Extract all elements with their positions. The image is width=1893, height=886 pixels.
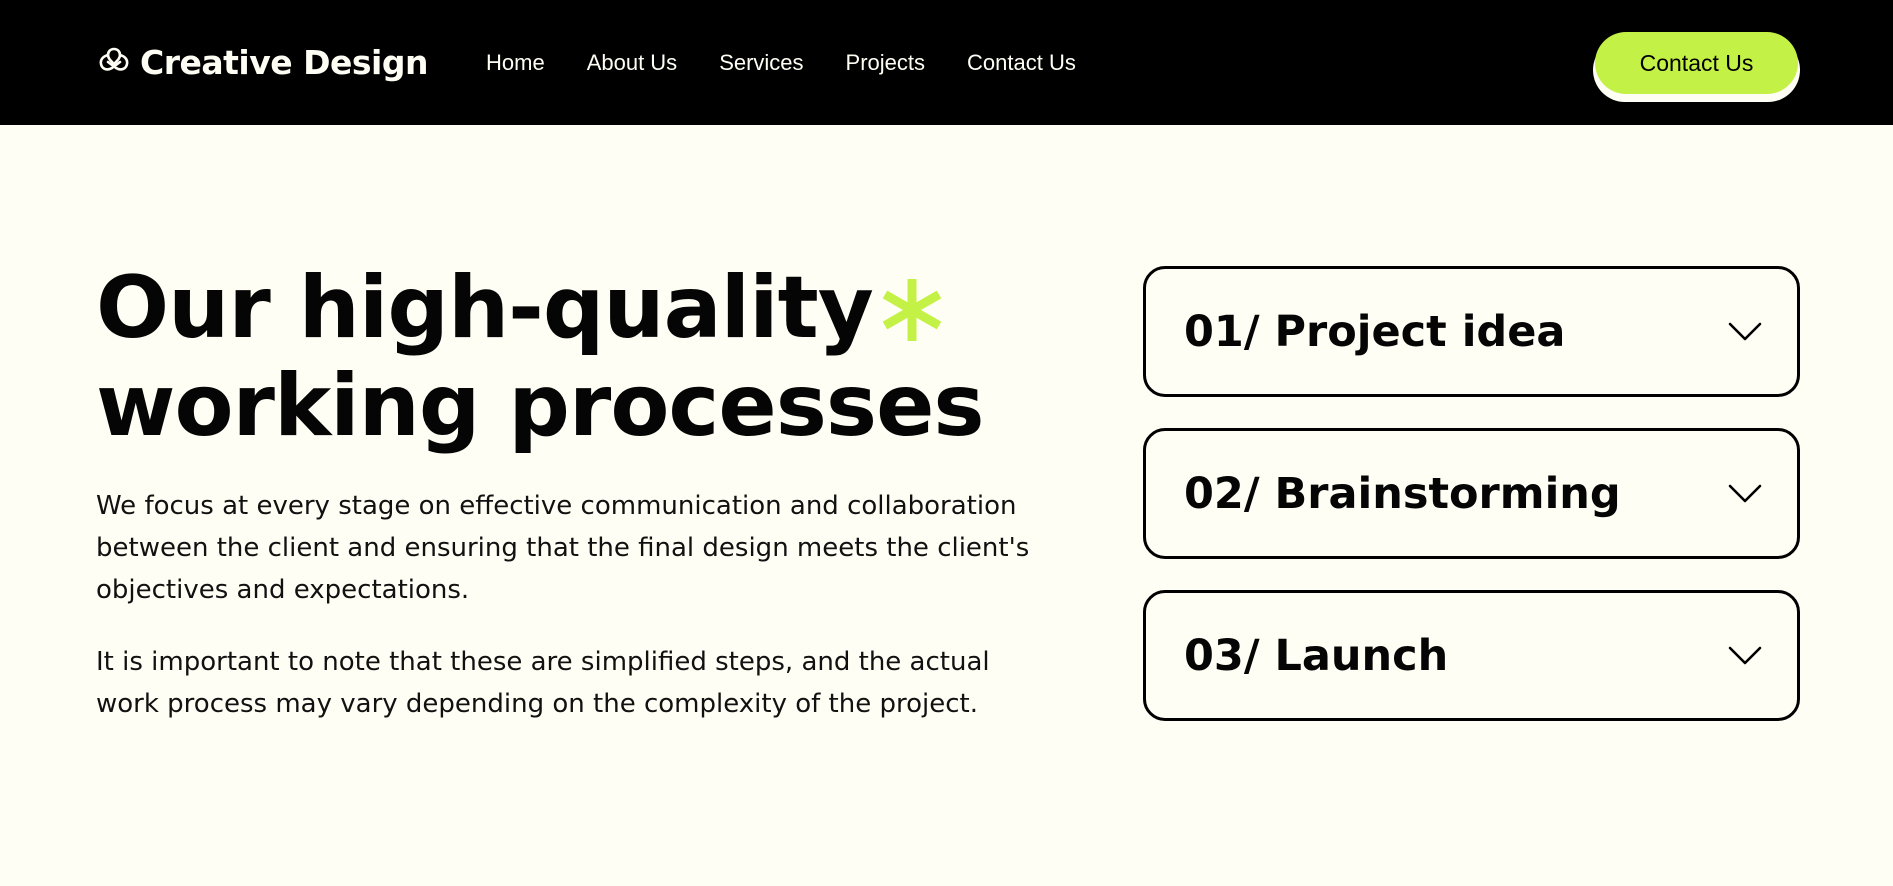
asterisk-icon	[879, 268, 945, 360]
accordion-step-brainstorming[interactable]: 02/ Brainstorming	[1143, 428, 1800, 559]
navbar: Creative Design Home About Us Services P…	[0, 0, 1893, 125]
nav-link-about-us[interactable]: About Us	[587, 50, 678, 76]
chevron-down-icon[interactable]	[1727, 483, 1763, 505]
accordion-title: 02/ Brainstorming	[1184, 468, 1621, 519]
hero-title: Our high-quality working processes	[96, 262, 1076, 452]
hero-paragraph-1: We focus at every stage on effective com…	[96, 491, 1030, 605]
brand-logo[interactable]: Creative Design	[96, 0, 428, 125]
contact-us-button[interactable]: Contact Us	[1595, 32, 1798, 94]
accordion-step-launch[interactable]: 03/ Launch	[1143, 590, 1800, 721]
hero-title-text-1: Our high-quality	[96, 258, 874, 358]
accordion-title: 03/ Launch	[1184, 630, 1449, 681]
hero-title-line-2: working processes	[96, 356, 985, 456]
chevron-down-icon[interactable]	[1727, 645, 1763, 667]
hero-title-line-1: Our high-quality	[96, 262, 1076, 360]
nav-link-contact-us[interactable]: Contact Us	[967, 50, 1076, 76]
contact-us-button-wrap: Contact Us	[1593, 32, 1800, 102]
main-nav: Home About Us Services Projects Contact …	[486, 0, 1076, 125]
nav-link-projects[interactable]: Projects	[846, 50, 925, 76]
hero-paragraph-2: It is important to note that these are s…	[96, 647, 990, 719]
accordion-step-project-idea[interactable]: 01/ Project idea	[1143, 266, 1800, 397]
trefoil-knot-icon	[96, 43, 132, 83]
nav-link-services[interactable]: Services	[719, 50, 803, 76]
chevron-down-icon[interactable]	[1727, 321, 1763, 343]
nav-link-home[interactable]: Home	[486, 50, 545, 76]
accordion-title: 01/ Project idea	[1184, 306, 1566, 357]
brand-name: Creative Design	[140, 43, 428, 82]
